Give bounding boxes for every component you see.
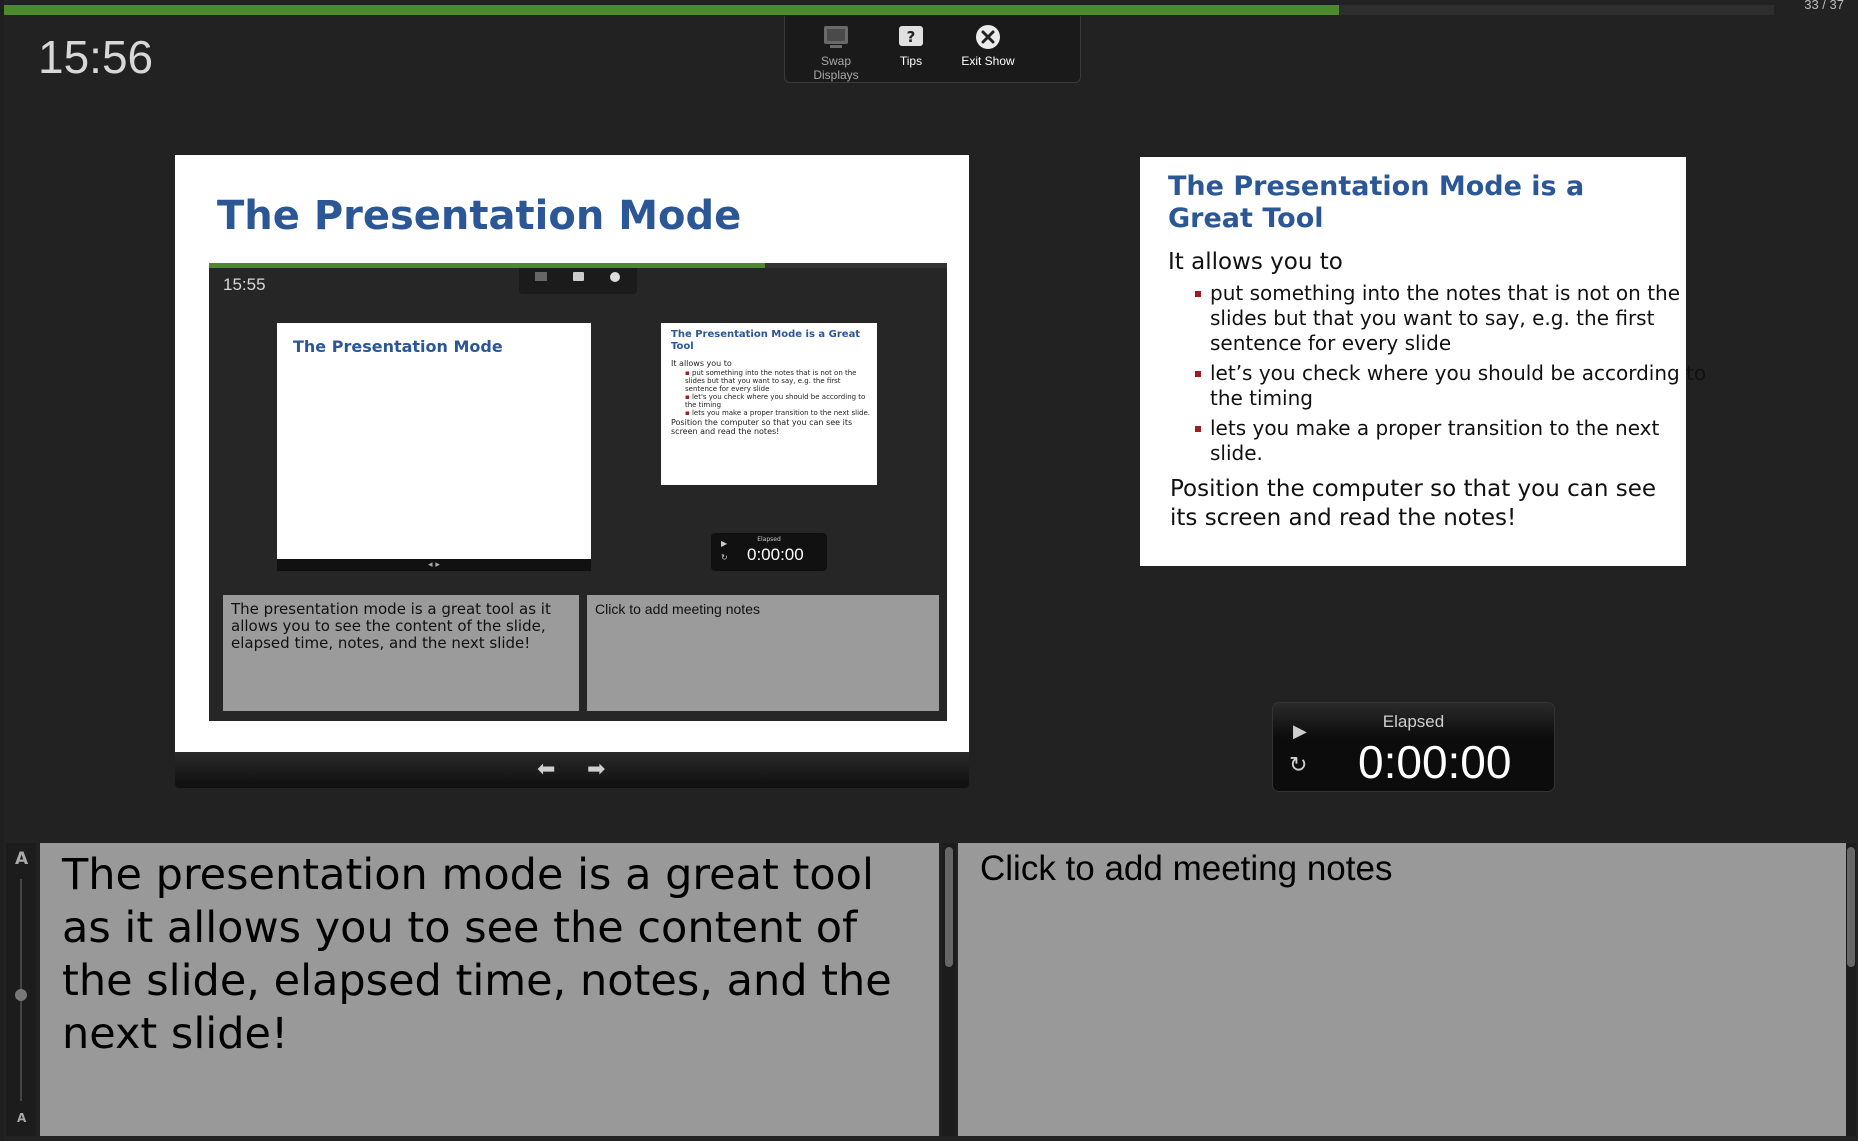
screenshot-notes-text: The presentation mode is a great tool as… — [231, 600, 551, 652]
tips-icon: ? — [899, 26, 923, 46]
screenshot-next-body: It allows you to put something into the … — [671, 359, 871, 436]
screenshot-next-item: lets you make a proper transition to the… — [685, 409, 871, 417]
current-slide: The Presentation Mode 15:55 The Presenta… — [175, 155, 969, 753]
font-size-large-label: A — [15, 849, 29, 869]
elapsed-timer: Elapsed ▶ ↻ 0:00:00 — [1272, 702, 1555, 792]
screenshot-next-list: put something into the notes that is not… — [671, 369, 871, 417]
meeting-notes-scrollbar[interactable] — [1846, 843, 1856, 1136]
swap-displays-label: Swap Displays — [813, 54, 859, 82]
previous-slide-arrow-icon[interactable]: ⬅ — [537, 759, 555, 781]
screenshot-next-outro: Position the computer so that you can se… — [671, 418, 853, 436]
screenshot-progress-fill — [209, 263, 766, 268]
next-slide-outro: Position the computer so that you can se… — [1170, 476, 1657, 531]
next-slide-intro: It allows you to — [1168, 249, 1343, 275]
svg-text:?: ? — [907, 28, 916, 46]
screenshot-timer-label: Elapsed — [757, 536, 781, 543]
exit-show-button[interactable]: Exit Show — [953, 24, 1023, 68]
next-slide-bullet: put something into the notes that is not… — [1195, 281, 1710, 356]
presenter-toolbar: Swap Displays ? Tips Exit Show — [784, 16, 1081, 83]
screenshot-next-slide: The Presentation Mode is a Great Tool It… — [661, 323, 877, 485]
tips-label: Tips — [899, 54, 923, 68]
presenter-notes[interactable]: The presentation mode is a great tool as… — [40, 843, 939, 1136]
slide-progress-bar — [4, 5, 1774, 15]
screenshot-next-item: let's you check where you should be acco… — [685, 393, 871, 409]
reset-icon[interactable]: ↻ — [1289, 753, 1307, 778]
notes-font-size-slider[interactable]: A A — [6, 843, 36, 1136]
screenshot-play-icon: ▶ — [721, 539, 728, 548]
screenshot-toolbar-icons — [535, 272, 620, 282]
current-time: 15:56 — [38, 31, 154, 83]
meeting-notes[interactable]: Click to add meeting notes — [958, 843, 1846, 1136]
screenshot-reset-icon: ↻ — [721, 553, 728, 562]
slide-screenshot: 15:55 The Presentation Mode ◂ ▸ The Pres… — [209, 263, 947, 721]
screenshot-next-title: The Presentation Mode is a Great Tool — [671, 329, 861, 352]
elapsed-time: 0:00:00 — [1358, 736, 1512, 788]
slide-counter: 33 / 37 — [1804, 0, 1844, 12]
font-size-small-label: A — [17, 1111, 27, 1125]
notes-scroll-thumb[interactable] — [945, 847, 953, 967]
next-slide-bullets: put something into the notes that is not… — [1168, 281, 1710, 471]
screenshot-clock: 15:55 — [223, 275, 266, 294]
screenshot-nav-bar: ◂ ▸ — [277, 559, 591, 571]
slide-nav-bar: ⬅ ➡ — [175, 752, 969, 788]
exit-show-label: Exit Show — [961, 54, 1015, 68]
screenshot-toolbar — [519, 268, 637, 294]
next-slide-title: The Presentation Mode is a Great Tool — [1168, 171, 1585, 234]
slide-progress-fill — [4, 5, 1339, 15]
tips-button[interactable]: ? Tips — [891, 24, 931, 68]
meeting-notes-scroll-thumb[interactable] — [1847, 847, 1855, 967]
screenshot-meeting-notes: Click to add meeting notes — [587, 595, 939, 711]
font-size-knob[interactable] — [15, 989, 27, 1001]
screenshot-timer: Elapsed ▶ ↻ 0:00:00 — [711, 533, 827, 571]
notes-scrollbar[interactable] — [942, 843, 956, 1136]
current-slide-title: The Presentation Mode — [217, 193, 742, 239]
screenshot-next-intro: It allows you to — [671, 359, 732, 368]
screenshot-timer-time: 0:00:00 — [747, 545, 804, 564]
swap-displays-icon — [824, 26, 848, 48]
screenshot-current-title: The Presentation Mode — [293, 337, 503, 356]
close-icon — [976, 25, 1000, 49]
next-slide-bullet: lets you make a proper transition to the… — [1195, 416, 1710, 466]
next-slide-bullet: let’s you check where you should be acco… — [1195, 361, 1710, 411]
presenter-notes-text: The presentation mode is a great tool as… — [62, 850, 892, 1059]
next-slide-preview: The Presentation Mode is a Great Tool It… — [1140, 157, 1706, 566]
elapsed-label: Elapsed — [1382, 712, 1445, 731]
meeting-notes-placeholder: Click to add meeting notes — [980, 849, 1393, 888]
next-slide-arrow-icon[interactable]: ➡ — [587, 759, 605, 781]
screenshot-current-slide: The Presentation Mode — [277, 323, 591, 559]
play-icon[interactable]: ▶ — [1293, 721, 1307, 742]
swap-displays-button[interactable]: Swap Displays — [801, 24, 871, 82]
screenshot-meeting-notes-text: Click to add meeting notes — [595, 601, 760, 617]
screenshot-notes: The presentation mode is a great tool as… — [223, 595, 579, 711]
screenshot-next-item: put something into the notes that is not… — [685, 369, 871, 393]
